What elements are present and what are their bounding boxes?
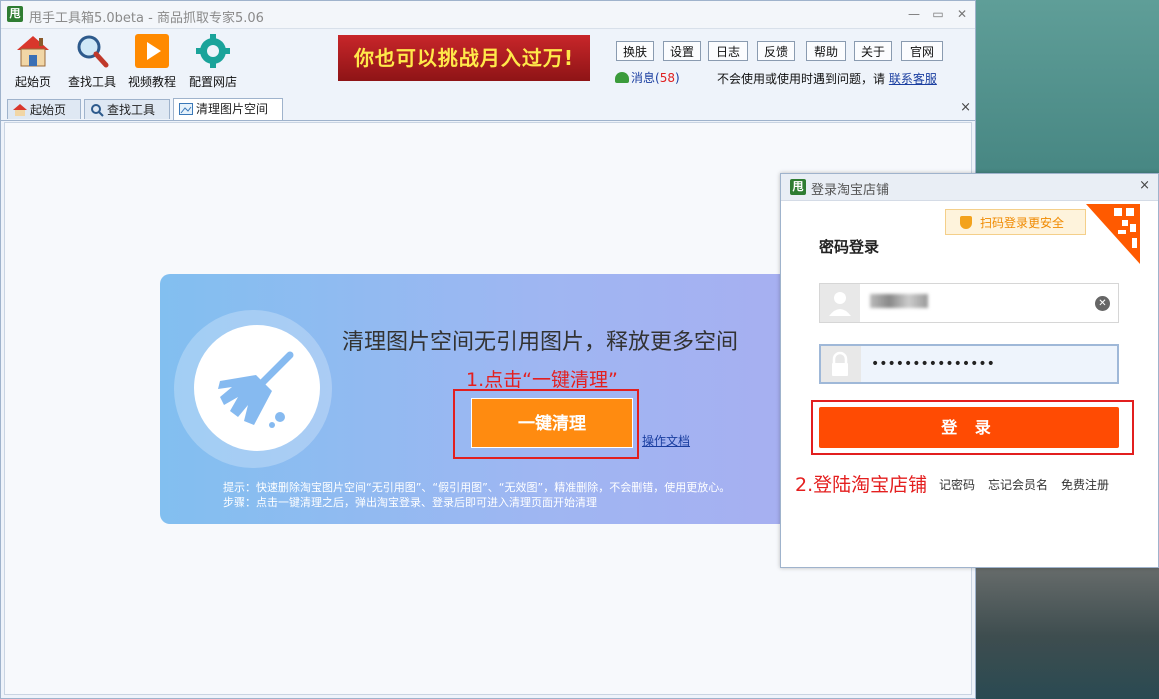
- play-icon: [134, 33, 170, 69]
- message-close-paren: ): [674, 71, 680, 85]
- one-click-clean-button[interactable]: 一键清理: [471, 398, 633, 448]
- login-button[interactable]: 登 录: [819, 407, 1119, 448]
- username-field[interactable]: ✕: [819, 283, 1119, 323]
- tab-clean-images-label: 清理图片空间: [196, 102, 269, 116]
- tool-video-button[interactable]: 视频教程: [124, 33, 180, 90]
- app-logo-icon: 甩: [790, 179, 806, 195]
- toolbar: 起始页 查找工具 视频教程 配置网店 你也可以挑战月入过万! 换肤 设置 日志 …: [1, 29, 975, 95]
- feedback-button[interactable]: 反馈: [757, 41, 795, 61]
- contact-support-link[interactable]: 联系客服: [889, 72, 937, 86]
- tool-home-button[interactable]: 起始页: [5, 33, 61, 90]
- user-icon: [820, 284, 860, 322]
- image-icon: [179, 102, 193, 116]
- help-button[interactable]: 帮助: [806, 41, 846, 61]
- gear-icon: [195, 33, 231, 69]
- dialog-title-bar: 甩 登录淘宝店铺 ×: [781, 174, 1158, 201]
- about-button[interactable]: 关于: [854, 41, 892, 61]
- message-count: 58: [659, 71, 675, 85]
- tab-home[interactable]: 起始页: [7, 99, 81, 119]
- tool-find-button[interactable]: 查找工具: [64, 33, 120, 90]
- step1-annotation: 1.点击“一键清理”: [466, 369, 618, 391]
- password-value: •••••••••••••••: [871, 356, 995, 372]
- app-logo-icon: 甩: [7, 6, 23, 22]
- message-label: 消息(: [631, 71, 660, 85]
- help-text: 不会使用或使用时遇到问题，请 联系客服: [717, 70, 937, 87]
- tab-strip: 起始页 查找工具 清理图片空间 ×: [1, 96, 975, 121]
- broom-icon: [218, 351, 294, 428]
- close-button[interactable]: ✕: [953, 6, 971, 22]
- dialog-close-button[interactable]: ×: [1139, 178, 1150, 193]
- password-field[interactable]: •••••••••••••••: [819, 344, 1119, 384]
- qr-login-tip[interactable]: 扫码登录更安全: [945, 209, 1086, 235]
- home-icon: [13, 103, 27, 117]
- tool-config-button[interactable]: 配置网店: [185, 33, 241, 90]
- dialog-title: 登录淘宝店铺: [811, 183, 890, 198]
- message-link[interactable]: 消息(58): [615, 69, 680, 86]
- skin-button[interactable]: 换肤: [616, 41, 654, 61]
- tool-video-label: 视频教程: [127, 75, 176, 89]
- clear-icon[interactable]: ✕: [1095, 296, 1110, 311]
- tip-line-2: 步骤：点击一键清理之后，弹出淘宝登录、登录后即可进入清理页面开始清理: [223, 496, 597, 509]
- shield-icon: [960, 216, 972, 229]
- qr-code-icon[interactable]: [1086, 204, 1140, 264]
- magnifier-icon: [90, 103, 104, 117]
- password-login-title: 密码登录: [819, 238, 880, 256]
- tool-home-label: 起始页: [14, 75, 51, 89]
- broom-badge: [174, 310, 332, 468]
- username-value: [870, 294, 928, 312]
- tip-line-1: 提示：快速删除淘宝图片空间“无引用图”、“假引用图”、“无效图”，精准删除，不会…: [223, 481, 731, 494]
- promo-banner[interactable]: 你也可以挑战月入过万!: [338, 35, 590, 81]
- tab-find[interactable]: 查找工具: [84, 99, 170, 119]
- forgot-username-link[interactable]: 忘记会员名: [988, 476, 1048, 493]
- free-register-link[interactable]: 免费注册: [1061, 476, 1109, 493]
- maximize-button[interactable]: ▭: [929, 6, 947, 22]
- title-bar: 甩 甩手工具箱5.0beta - 商品抓取专家5.06 — ▭ ✕: [1, 1, 975, 29]
- desktop-background: [972, 560, 1159, 699]
- tab-find-label: 查找工具: [107, 103, 156, 117]
- window-title: 甩手工具箱5.0beta - 商品抓取专家5.06: [29, 11, 264, 26]
- close-tab-button[interactable]: ×: [960, 100, 971, 115]
- settings-button[interactable]: 设置: [663, 41, 701, 61]
- tip-text: 提示：快速删除淘宝图片空间“无引用图”、“假引用图”、“无效图”，精准删除，不会…: [223, 480, 730, 510]
- log-button[interactable]: 日志: [708, 41, 748, 61]
- home-icon: [15, 33, 51, 69]
- clean-title: 清理图片空间无引用图片，释放更多空间: [342, 330, 739, 355]
- minimize-button[interactable]: —: [905, 6, 923, 22]
- tab-clean-images[interactable]: 清理图片空间: [173, 98, 283, 120]
- magnifier-icon: [74, 33, 110, 69]
- remember-password-link[interactable]: 记密码: [939, 476, 975, 493]
- operation-doc-link[interactable]: 操作文档: [642, 432, 690, 449]
- clean-card: 清理图片空间无引用图片，释放更多空间 1.点击“一键清理” 一键清理 操作文档 …: [160, 274, 800, 524]
- step2-annotation: 2.登陆淘宝店铺: [795, 474, 928, 496]
- qr-login-tip-label: 扫码登录更安全: [980, 216, 1065, 230]
- message-icon: [615, 72, 629, 83]
- help-text-label: 不会使用或使用时遇到问题，请: [717, 72, 886, 86]
- login-dialog: 甩 登录淘宝店铺 × 扫码登录更安全 密码登录 ✕ ••••••••••••••…: [780, 173, 1159, 568]
- lock-icon: [821, 346, 861, 382]
- tool-find-label: 查找工具: [67, 75, 116, 89]
- tool-config-label: 配置网店: [188, 75, 237, 89]
- website-button[interactable]: 官网: [901, 41, 943, 61]
- tab-home-label: 起始页: [30, 103, 67, 117]
